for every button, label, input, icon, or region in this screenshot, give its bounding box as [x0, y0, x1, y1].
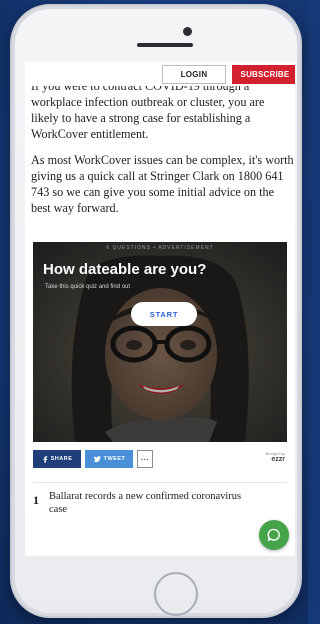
chat-button[interactable]	[259, 520, 289, 550]
article-body: If you were to contract COVID-19 through…	[31, 78, 295, 226]
front-camera	[183, 27, 192, 36]
quiz-start-button[interactable]: START	[131, 302, 197, 326]
quiz-title: How dateable are you?	[43, 261, 207, 278]
quiz-image[interactable]: 6 QUESTIONS • ADVERTISEMENT How dateable…	[33, 242, 287, 442]
divider	[33, 482, 287, 483]
brand-logo: ezzr	[271, 456, 285, 463]
share-label: SHARE	[50, 456, 73, 462]
article-paragraph: As most WorkCover issues can be complex,…	[31, 153, 294, 215]
tweet-label: TWEET	[103, 456, 126, 462]
chat-icon	[267, 528, 280, 542]
quiz-subtitle: Take this quick quiz and find out	[45, 284, 131, 290]
share-bar: SHARE TWEET ··· Brought by ezzr	[33, 448, 287, 470]
article-paragraph: If you were to contract COVID-19 through…	[31, 79, 265, 141]
facebook-icon	[43, 455, 47, 463]
site-header: LOGIN SUBSCRIBE	[25, 62, 295, 86]
more-icon[interactable]: ···	[137, 450, 153, 468]
share-button[interactable]: SHARE	[33, 450, 81, 468]
phone-screen: If you were to contract COVID-19 through…	[25, 62, 295, 556]
home-button[interactable]	[154, 572, 198, 616]
quiz-advertisement[interactable]: 6 QUESTIONS • ADVERTISEMENT How dateable…	[33, 242, 287, 474]
login-button[interactable]: LOGIN	[162, 65, 226, 84]
earpiece-speaker	[137, 43, 193, 47]
twitter-icon	[92, 456, 101, 462]
tweet-button[interactable]: TWEET	[85, 450, 133, 468]
quiz-brand[interactable]: Brought by ezzr	[266, 451, 285, 463]
trending-headline[interactable]: Ballarat records a new confirmed coronav…	[49, 490, 261, 516]
trending-number: 1	[33, 493, 39, 507]
subscribe-button[interactable]: SUBSCRIBE	[232, 65, 295, 84]
ad-label: 6 QUESTIONS • ADVERTISEMENT	[106, 245, 214, 251]
